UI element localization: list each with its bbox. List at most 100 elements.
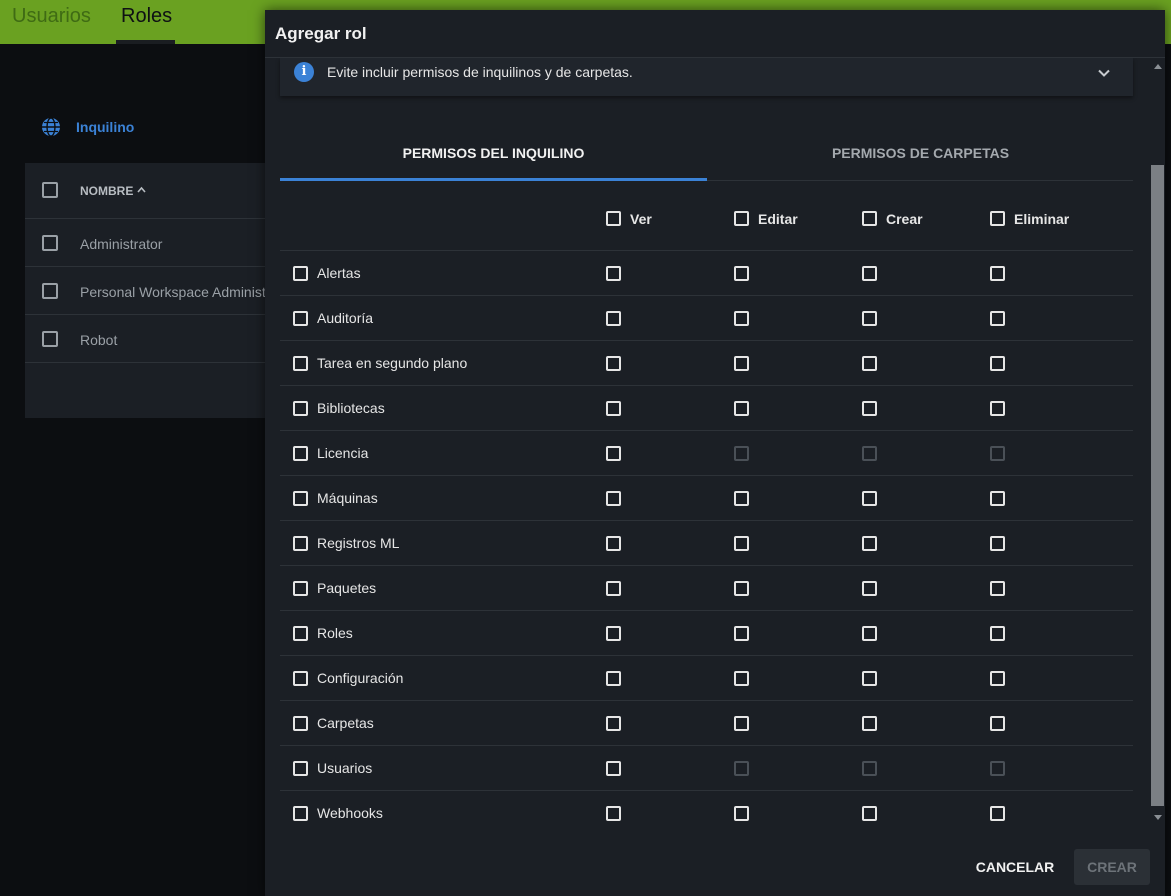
view-permission-checkbox[interactable] bbox=[606, 266, 621, 281]
view-permission-checkbox[interactable] bbox=[606, 446, 621, 461]
chevron-down-icon[interactable] bbox=[1097, 66, 1111, 80]
row-select-checkbox[interactable] bbox=[293, 581, 308, 596]
table-row[interactable]: Administrator bbox=[25, 219, 270, 267]
view-permission-checkbox[interactable] bbox=[606, 536, 621, 551]
delete-permission-checkbox[interactable] bbox=[990, 536, 1005, 551]
view-permission-checkbox[interactable] bbox=[606, 716, 621, 731]
row-select-checkbox[interactable] bbox=[293, 446, 308, 461]
create-permission-checkbox[interactable] bbox=[862, 806, 877, 821]
create-permission-checkbox[interactable] bbox=[862, 401, 877, 416]
edit-permission-checkbox[interactable] bbox=[734, 311, 749, 326]
view-permission-checkbox[interactable] bbox=[606, 671, 621, 686]
row-select-checkbox[interactable] bbox=[293, 311, 308, 326]
delete-permission-checkbox[interactable] bbox=[990, 491, 1005, 506]
edit-permission-checkbox[interactable] bbox=[734, 491, 749, 506]
row-checkbox[interactable] bbox=[42, 235, 58, 251]
delete-permission-checkbox[interactable] bbox=[990, 311, 1005, 326]
edit-permission-checkbox[interactable] bbox=[734, 716, 749, 731]
delete-permission-checkbox[interactable] bbox=[990, 356, 1005, 371]
view-permission-checkbox[interactable] bbox=[606, 806, 621, 821]
select-all-delete-checkbox[interactable] bbox=[990, 211, 1005, 226]
create-permission-checkbox[interactable] bbox=[862, 356, 877, 371]
select-all-checkbox[interactable] bbox=[42, 182, 58, 198]
tab-users[interactable]: Usuarios bbox=[12, 5, 91, 28]
row-select-checkbox[interactable] bbox=[293, 806, 308, 821]
delete-permission-checkbox[interactable] bbox=[990, 401, 1005, 416]
create-permission-checkbox[interactable] bbox=[862, 716, 877, 731]
select-all-view-checkbox[interactable] bbox=[606, 211, 621, 226]
create-permission-checkbox[interactable] bbox=[862, 626, 877, 641]
dialog-scroll-area[interactable]: i Evite incluir permisos de inquilinos y… bbox=[265, 58, 1150, 828]
view-permission-checkbox[interactable] bbox=[606, 581, 621, 596]
delete-permission-checkbox[interactable] bbox=[990, 266, 1005, 281]
create-permission-checkbox[interactable] bbox=[862, 671, 877, 686]
info-icon: i bbox=[294, 62, 314, 82]
permission-row: Alertas bbox=[280, 251, 1133, 296]
row-select-checkbox[interactable] bbox=[293, 671, 308, 686]
create-permission-checkbox bbox=[862, 761, 877, 776]
row-select-checkbox[interactable] bbox=[293, 266, 308, 281]
roles-table: NOMBRE Administrator Personal Workspace … bbox=[25, 163, 295, 418]
view-permission-checkbox[interactable] bbox=[606, 491, 621, 506]
permission-label: Webhooks bbox=[317, 805, 383, 821]
scrollbar[interactable] bbox=[1150, 58, 1165, 828]
scroll-down-arrow-icon[interactable] bbox=[1154, 815, 1162, 820]
select-all-edit-checkbox[interactable] bbox=[734, 211, 749, 226]
permission-label: Usuarios bbox=[317, 760, 373, 776]
row-select-checkbox[interactable] bbox=[293, 536, 308, 551]
scroll-up-arrow-icon[interactable] bbox=[1154, 64, 1162, 69]
delete-permission-checkbox[interactable] bbox=[990, 581, 1005, 596]
row-select-checkbox[interactable] bbox=[293, 356, 308, 371]
sort-asc-icon[interactable] bbox=[137, 186, 146, 193]
row-select-checkbox[interactable] bbox=[293, 761, 308, 776]
permission-label: Registros ML bbox=[317, 535, 400, 551]
edit-permission-checkbox[interactable] bbox=[734, 266, 749, 281]
edit-permission-checkbox[interactable] bbox=[734, 806, 749, 821]
edit-permission-checkbox[interactable] bbox=[734, 626, 749, 641]
create-permission-checkbox[interactable] bbox=[862, 311, 877, 326]
row-select-checkbox[interactable] bbox=[293, 716, 308, 731]
row-select-checkbox[interactable] bbox=[293, 491, 308, 506]
tab-roles[interactable]: Roles bbox=[121, 5, 172, 28]
permission-row: Bibliotecas bbox=[280, 386, 1133, 431]
select-all-create-checkbox[interactable] bbox=[862, 211, 877, 226]
tab-tenant-permissions[interactable]: PERMISOS DEL INQUILINO bbox=[280, 118, 707, 181]
row-select-checkbox[interactable] bbox=[293, 626, 308, 641]
cancel-button[interactable]: CANCELAR bbox=[970, 852, 1060, 882]
permission-label: Tarea en segundo plano bbox=[317, 355, 468, 371]
table-row[interactable]: Personal Workspace Administrator bbox=[25, 267, 295, 315]
view-permission-checkbox[interactable] bbox=[606, 356, 621, 371]
view-permission-checkbox[interactable] bbox=[606, 761, 621, 776]
permission-row: Paquetes bbox=[280, 566, 1133, 611]
row-checkbox[interactable] bbox=[42, 283, 58, 299]
permission-label: Paquetes bbox=[317, 580, 377, 596]
edit-permission-checkbox[interactable] bbox=[734, 671, 749, 686]
delete-permission-checkbox[interactable] bbox=[990, 806, 1005, 821]
edit-permission-checkbox bbox=[734, 761, 749, 776]
edit-permission-checkbox[interactable] bbox=[734, 356, 749, 371]
delete-permission-checkbox[interactable] bbox=[990, 626, 1005, 641]
tab-folder-permissions[interactable]: PERMISOS DE CARPETAS bbox=[707, 118, 1134, 181]
column-header-name[interactable]: NOMBRE bbox=[80, 184, 133, 198]
view-permission-checkbox[interactable] bbox=[606, 401, 621, 416]
create-permission-checkbox bbox=[862, 446, 877, 461]
create-permission-checkbox[interactable] bbox=[862, 491, 877, 506]
delete-permission-checkbox[interactable] bbox=[990, 671, 1005, 686]
create-permission-checkbox[interactable] bbox=[862, 266, 877, 281]
delete-permission-checkbox[interactable] bbox=[990, 716, 1005, 731]
scrollbar-thumb[interactable] bbox=[1151, 165, 1164, 806]
table-row[interactable]: Robot bbox=[25, 315, 270, 363]
row-select-checkbox[interactable] bbox=[293, 401, 308, 416]
row-checkbox[interactable] bbox=[42, 331, 58, 347]
edit-permission-checkbox[interactable] bbox=[734, 536, 749, 551]
view-permission-checkbox[interactable] bbox=[606, 626, 621, 641]
edit-permission-checkbox[interactable] bbox=[734, 581, 749, 596]
edit-permission-checkbox[interactable] bbox=[734, 401, 749, 416]
view-permission-checkbox[interactable] bbox=[606, 311, 621, 326]
create-button[interactable]: CREAR bbox=[1074, 849, 1150, 885]
tenant-link[interactable]: Inquilino bbox=[76, 119, 134, 135]
info-banner[interactable]: i Evite incluir permisos de inquilinos y… bbox=[280, 58, 1133, 96]
create-permission-checkbox[interactable] bbox=[862, 581, 877, 596]
create-permission-checkbox[interactable] bbox=[862, 536, 877, 551]
permission-row: Carpetas bbox=[280, 701, 1133, 746]
